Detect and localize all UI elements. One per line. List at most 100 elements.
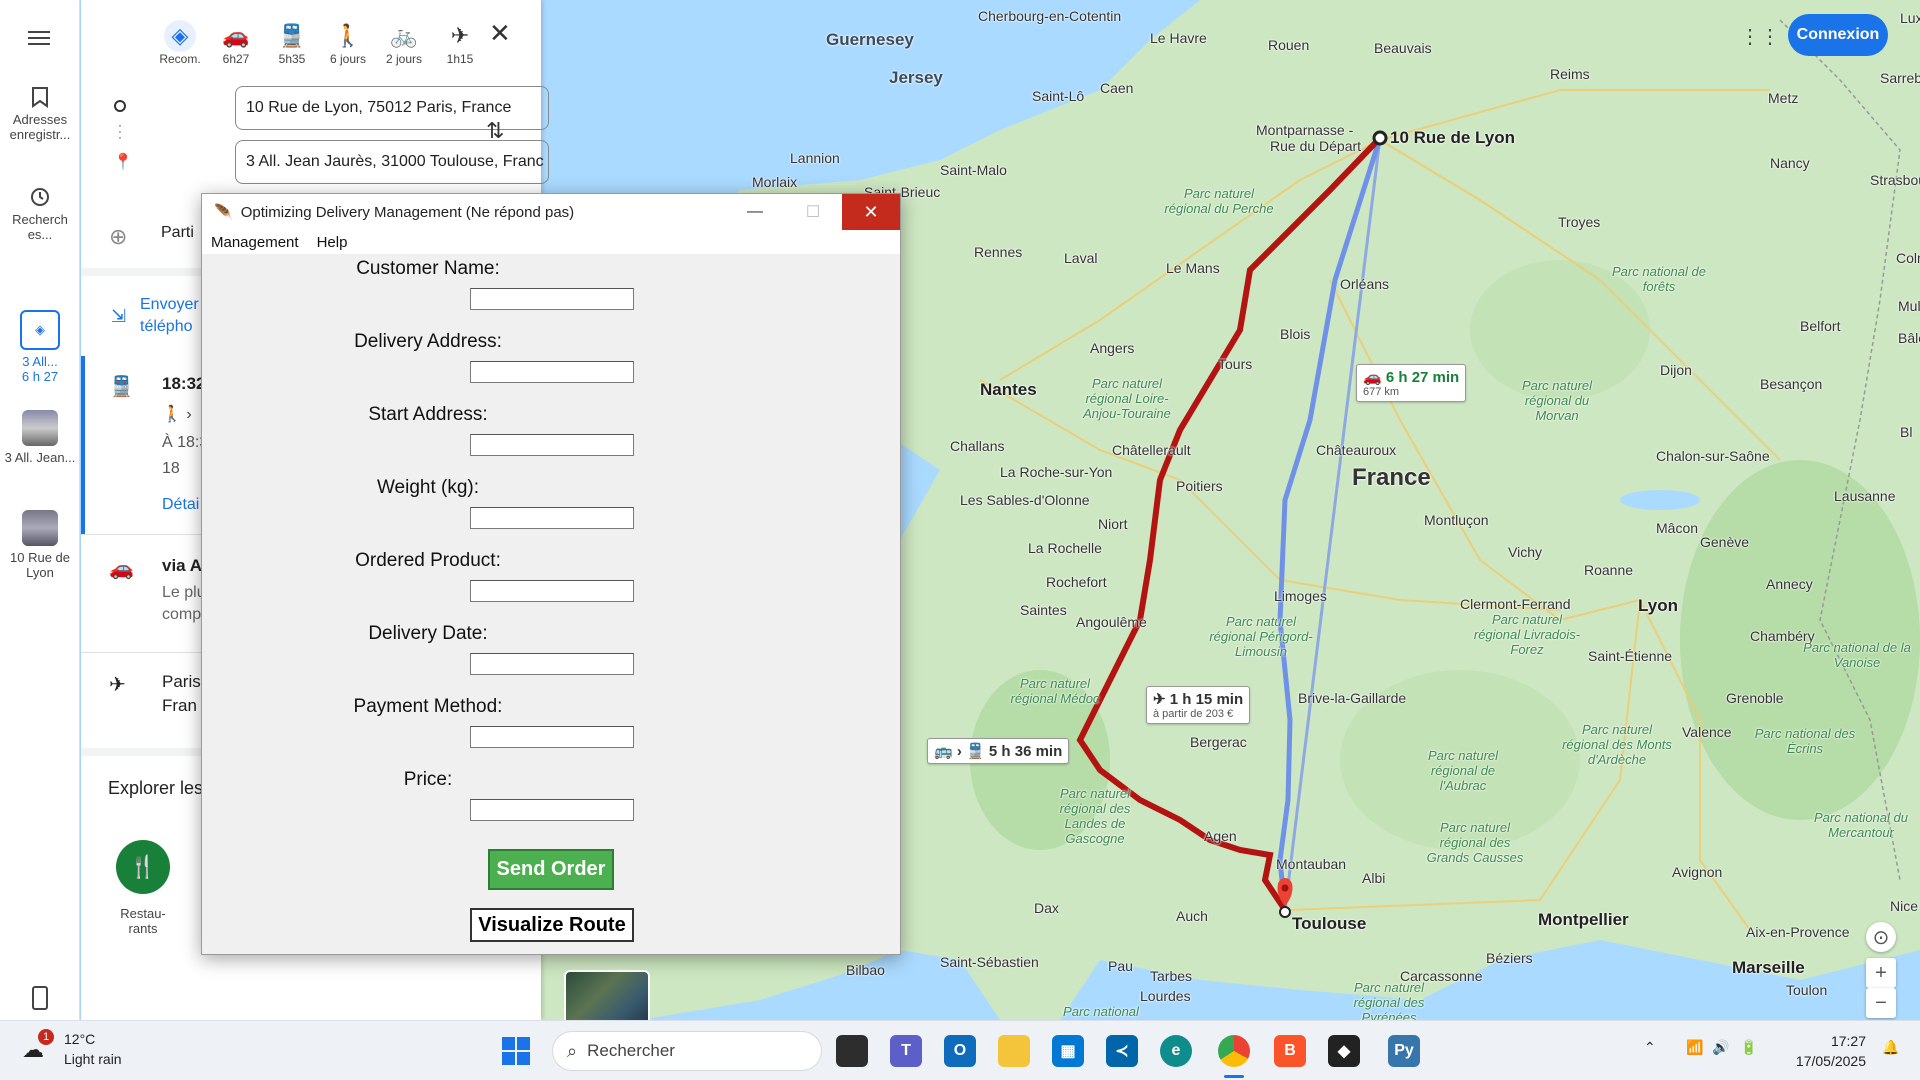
visualize-route-button[interactable]: Visualize Route xyxy=(470,908,634,942)
map-city-label[interactable]: Bergerac xyxy=(1190,734,1247,750)
map-city-label[interactable]: Montparnasse - xyxy=(1256,122,1353,138)
outlook-icon[interactable]: O xyxy=(944,1035,976,1067)
map-city-label[interactable]: Metz xyxy=(1768,90,1798,106)
map-city-label[interactable]: Saint-Lô xyxy=(1032,88,1084,104)
zoom-out-button[interactable]: − xyxy=(1866,988,1896,1018)
volume-icon[interactable]: 🔊 xyxy=(1712,1039,1729,1056)
minimize-button[interactable]: — xyxy=(726,194,784,230)
map-city-label[interactable]: Belfort xyxy=(1800,318,1840,334)
brave-icon[interactable]: B xyxy=(1274,1035,1306,1067)
taskbar-search[interactable]: ⌕ Rechercher xyxy=(552,1031,822,1071)
field-input[interactable] xyxy=(470,799,634,821)
field-input[interactable] xyxy=(470,507,634,529)
map-city-label[interactable]: Mul xyxy=(1898,298,1920,314)
map-city-label[interactable]: Saint-Étienne xyxy=(1588,648,1672,664)
map-city-label[interactable]: Saint-Malo xyxy=(940,162,1007,178)
map-city-label[interactable]: Morlaix xyxy=(752,174,797,190)
vscode-icon[interactable]: ≺ xyxy=(1106,1035,1138,1067)
map-city-label[interactable]: Beauvais xyxy=(1374,40,1432,56)
menu-button[interactable] xyxy=(0,28,80,52)
edge-icon[interactable]: e xyxy=(1160,1035,1192,1067)
window-titlebar[interactable]: 🪶 Optimizing Delivery Management (Ne rép… xyxy=(202,194,900,230)
map-city-label[interactable]: Valence xyxy=(1682,724,1732,740)
map-city-label[interactable]: Angers xyxy=(1090,340,1134,356)
chrome-icon[interactable] xyxy=(1218,1035,1250,1067)
map-city-label[interactable]: France xyxy=(1352,464,1431,492)
map-city-label[interactable]: Guernesey xyxy=(826,30,914,50)
map-city-label[interactable]: Nancy xyxy=(1770,155,1810,171)
map-city-label[interactable]: Avignon xyxy=(1672,864,1722,880)
travel-mode-3[interactable]: 🚶 6 jours xyxy=(320,20,376,66)
field-input[interactable] xyxy=(470,288,634,310)
map-city-label[interactable]: Bâle xyxy=(1898,330,1920,346)
map-city-label[interactable]: Nice xyxy=(1890,898,1918,914)
map-city-label[interactable]: Clermont-Ferrand xyxy=(1460,596,1570,612)
rail-recent-paris[interactable]: 10 Rue de Lyon xyxy=(0,510,80,580)
map-city-label[interactable]: Lyon xyxy=(1638,596,1678,616)
map-city-label[interactable]: Auch xyxy=(1176,908,1208,924)
apps-grid-icon[interactable]: ⋮⋮ xyxy=(1740,24,1780,49)
transit-route-label[interactable]: 🚌 › 🚆 5 h 36 min xyxy=(927,738,1070,764)
travel-mode-2[interactable]: 🚆 5h35 xyxy=(264,20,320,66)
travel-mode-4[interactable]: 🚲 2 jours xyxy=(376,20,432,66)
map-city-label[interactable]: Tours xyxy=(1218,356,1252,372)
menu-help[interactable]: Help xyxy=(308,234,357,251)
map-city-label[interactable]: Colm xyxy=(1896,250,1920,266)
connexion-button[interactable]: Connexion xyxy=(1788,14,1888,56)
map-city-label[interactable]: Bl xyxy=(1900,424,1912,440)
field-input[interactable] xyxy=(470,361,634,383)
travel-mode-5[interactable]: ✈ 1h15 xyxy=(432,20,488,66)
windows-start-icon[interactable] xyxy=(500,1035,532,1067)
map-city-label[interactable]: Besançon xyxy=(1760,376,1822,392)
maximize-button[interactable]: ☐ xyxy=(784,194,842,230)
phone-button[interactable] xyxy=(0,986,80,1014)
map-city-label[interactable]: Châtellerault xyxy=(1112,442,1191,458)
map-city-label[interactable]: Marseille xyxy=(1732,958,1805,978)
map-city-label[interactable]: Laval xyxy=(1064,250,1097,266)
sublime-icon[interactable]: ◆ xyxy=(1328,1035,1360,1067)
task-view-icon[interactable] xyxy=(836,1035,868,1067)
car-route-label[interactable]: 🚗 6 h 27 min 677 km xyxy=(1356,364,1467,402)
map-city-label[interactable]: Lannion xyxy=(790,150,840,166)
map-city-label[interactable]: Montpellier xyxy=(1538,910,1629,930)
field-input[interactable] xyxy=(470,726,634,748)
map-city-label[interactable]: Dax xyxy=(1034,900,1059,916)
close-icon[interactable]: ✕ xyxy=(489,18,511,49)
travel-mode-1[interactable]: 🚗 6h27 xyxy=(208,20,264,66)
map-city-label[interactable]: Orléans xyxy=(1340,276,1389,292)
map-city-label[interactable]: Reims xyxy=(1550,66,1590,82)
travel-mode-0[interactable]: ◈ Recom. xyxy=(152,20,208,66)
map-city-label[interactable]: Le Mans xyxy=(1166,260,1220,276)
rail-recent-directions[interactable]: ◈ 3 All... 6 h 27 xyxy=(0,310,80,384)
send-order-button[interactable]: Send Order xyxy=(488,849,614,890)
map-city-label[interactable]: Caen xyxy=(1100,80,1133,96)
map-city-label[interactable]: Aix-en-Provence xyxy=(1746,924,1850,940)
saved-button[interactable]: Adresses enregistr... xyxy=(0,86,80,142)
python-icon[interactable]: Py xyxy=(1388,1035,1420,1067)
window-close-button[interactable]: ✕ xyxy=(842,194,900,230)
map-city-label[interactable]: Angoulême xyxy=(1076,614,1147,630)
wifi-icon[interactable]: 📶 xyxy=(1686,1039,1703,1056)
map-city-label[interactable]: Les Sables-d'Olonne xyxy=(960,492,1090,508)
rail-recent-toulouse[interactable]: 3 All. Jean... xyxy=(0,410,80,465)
map-city-label[interactable]: Blois xyxy=(1280,326,1310,342)
map-city-label[interactable]: La Roche-sur-Yon xyxy=(1000,464,1112,480)
map-city-label[interactable]: Vichy xyxy=(1508,544,1542,560)
map-city-label[interactable]: Niort xyxy=(1098,516,1128,532)
map-city-label[interactable]: Montauban xyxy=(1276,856,1346,872)
map-city-label[interactable]: Le Havre xyxy=(1150,30,1207,46)
field-input[interactable] xyxy=(470,580,634,602)
notification-bell-icon[interactable]: 🔔 xyxy=(1882,1039,1899,1056)
map-city-label[interactable]: Chalon-sur-Saône xyxy=(1656,448,1770,464)
map-city-label[interactable]: La Rochelle xyxy=(1028,540,1102,556)
map-city-label[interactable]: Rennes xyxy=(974,244,1022,260)
map-city-label[interactable]: Rochefort xyxy=(1046,574,1107,590)
chevron-up-icon[interactable]: ⌃ xyxy=(1644,1039,1656,1056)
map-city-label[interactable]: Roanne xyxy=(1584,562,1633,578)
map-city-label[interactable]: Annecy xyxy=(1766,576,1813,592)
map-city-label[interactable]: Agen xyxy=(1204,828,1237,844)
map-city-label[interactable]: Limoges xyxy=(1274,588,1327,604)
plane-route-label[interactable]: ✈ 1 h 15 min à partir de 203 € xyxy=(1146,686,1251,724)
map-city-label[interactable]: Nantes xyxy=(980,380,1037,400)
satellite-layer-toggle[interactable] xyxy=(564,970,650,1020)
